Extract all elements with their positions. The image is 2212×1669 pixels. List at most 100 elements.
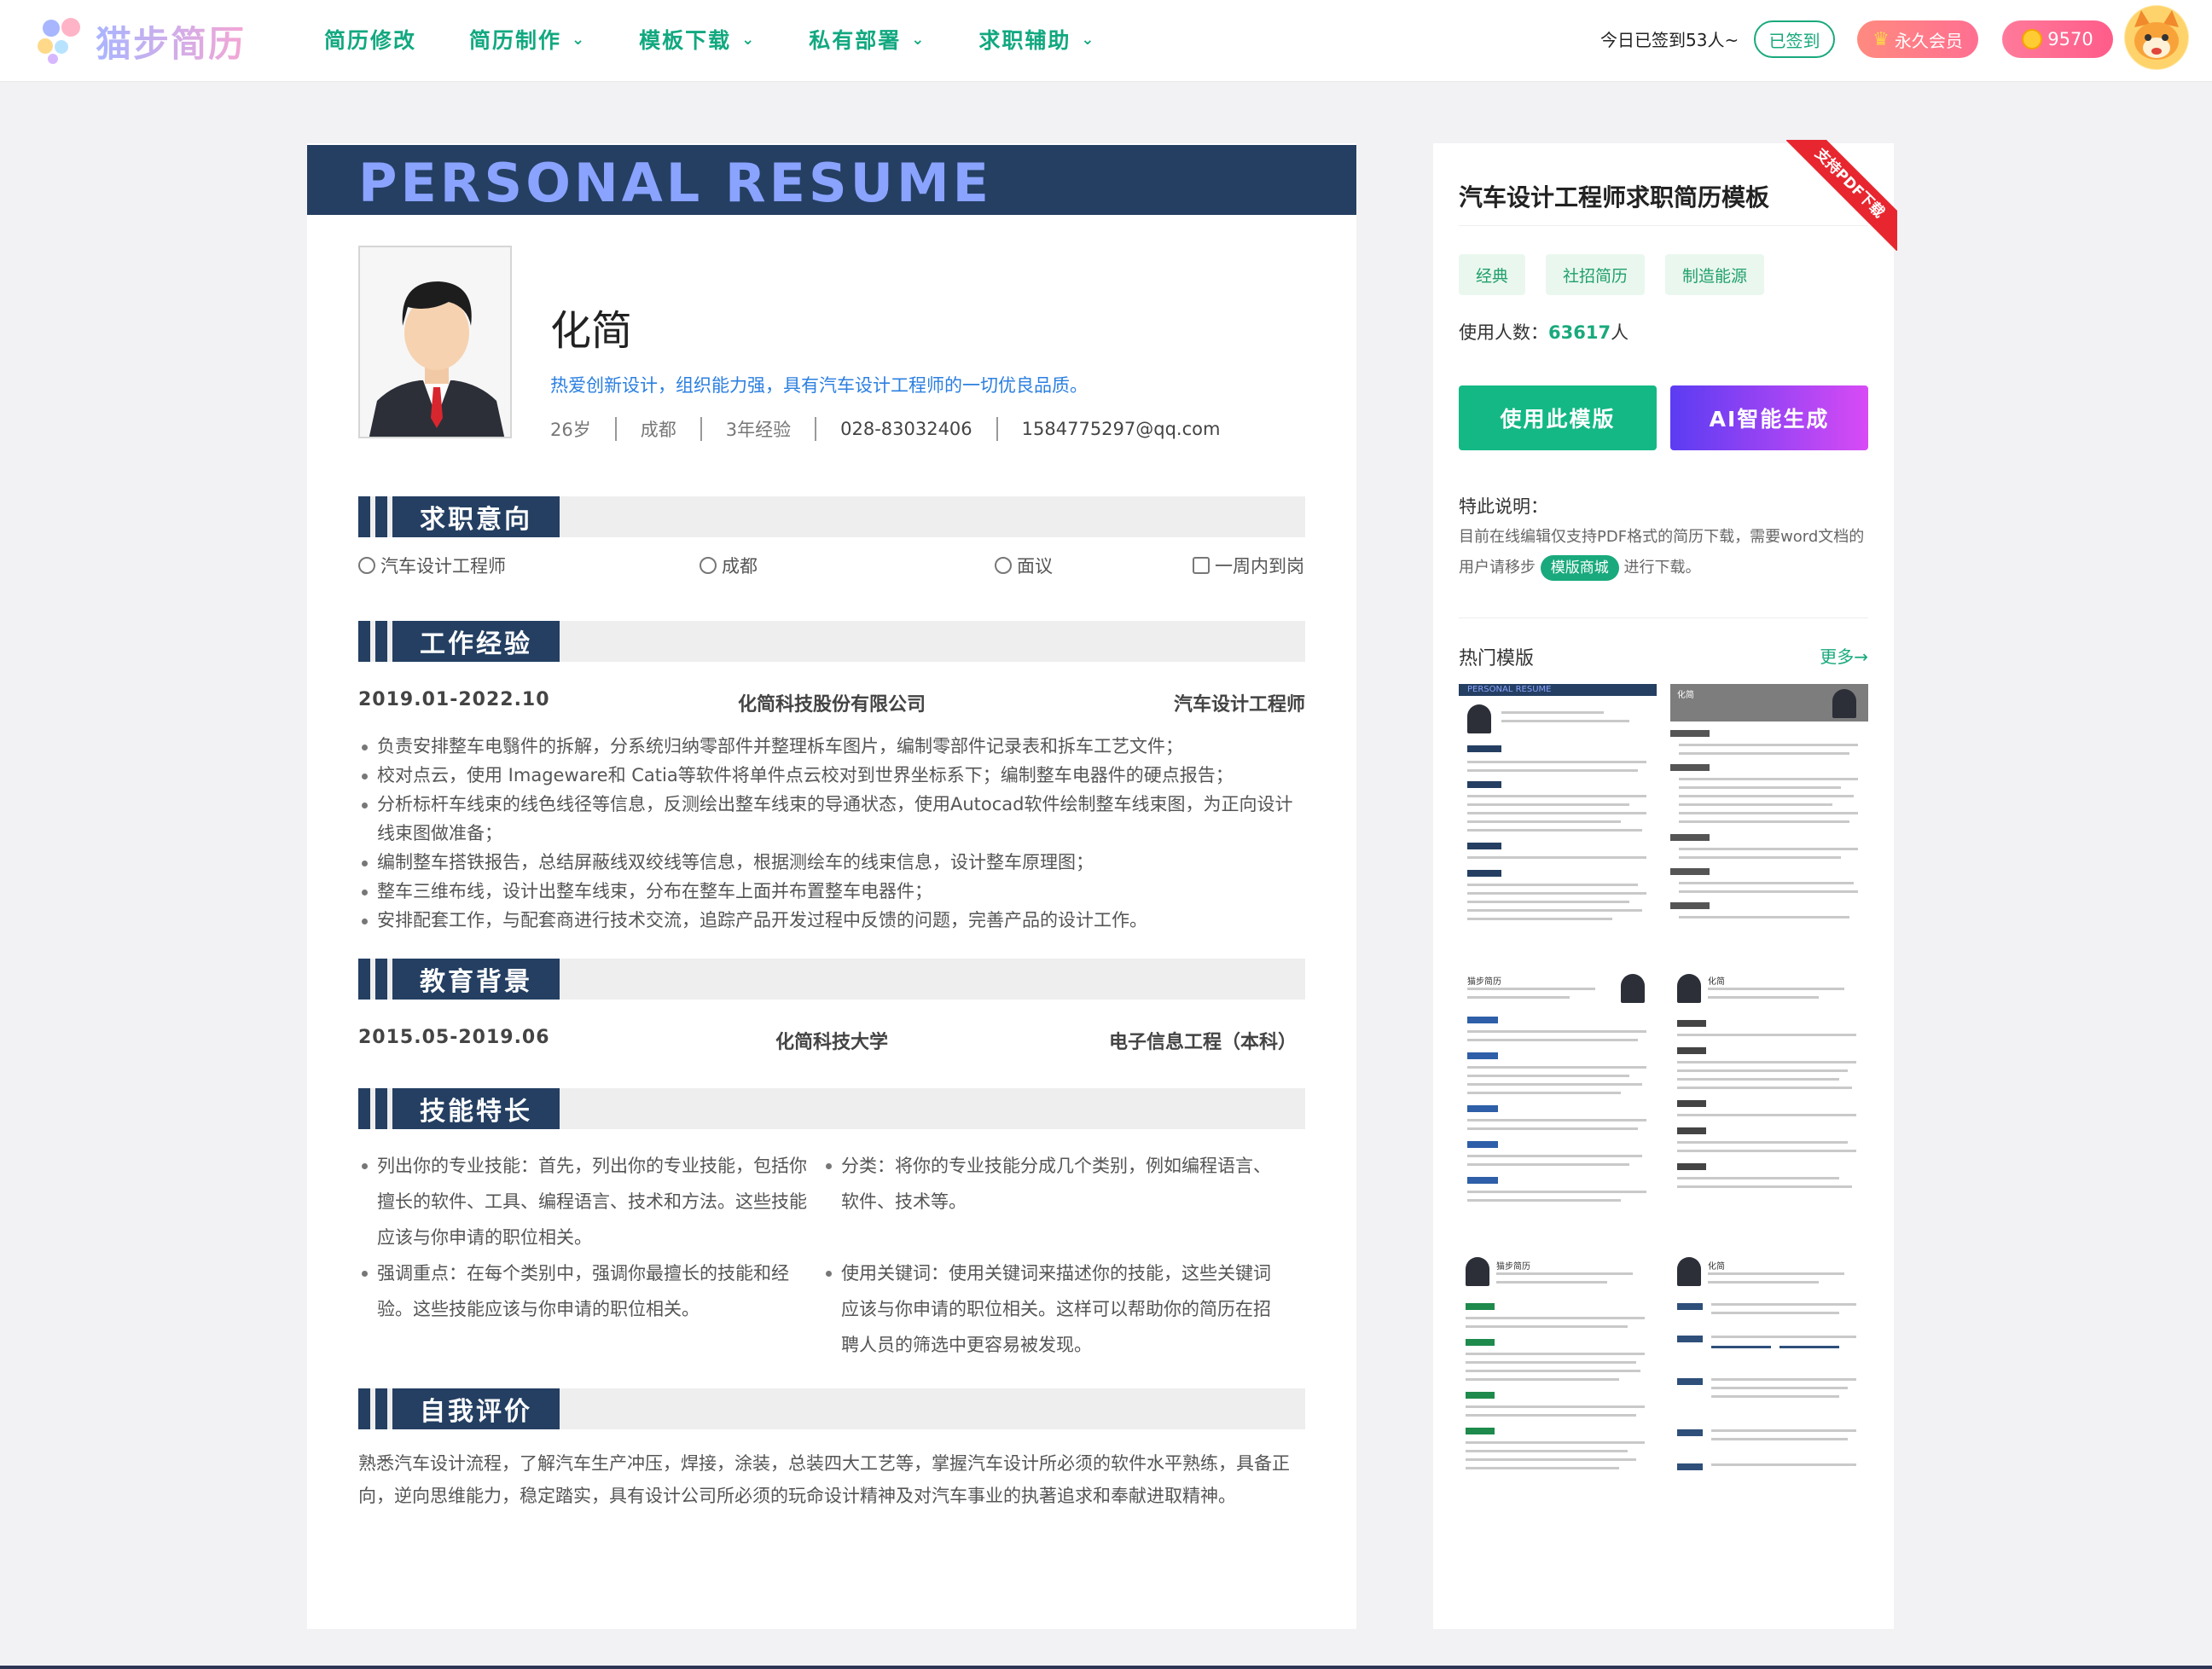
- candidate-name: 化简: [550, 307, 633, 355]
- chevron-down-icon: ⌄: [911, 30, 926, 49]
- thumb-label: 化简: [1677, 691, 1694, 700]
- logo-dots-icon: [38, 16, 87, 66]
- chevron-down-icon: ⌄: [741, 30, 757, 49]
- skill-item: 使用关键词：使用关键词来描述你的技能，这些关键词应该与你申请的职位相关。这样可以…: [822, 1255, 1274, 1363]
- main-nav: 简历修改 简历制作 ⌄ 模板下载 ⌄ 私有部署 ⌄ 求职辅助 ⌄: [324, 0, 1148, 78]
- section-header-skills: 技能特长: [358, 1088, 1305, 1129]
- template-mall-link[interactable]: 模版商城: [1540, 555, 1619, 581]
- usage-unit: 人: [1611, 322, 1629, 343]
- list-item: 整车三维布线，设计出整车线束，分布在整车上面并布置整车电器件；: [358, 877, 1305, 906]
- section-header-self: 自我评价: [358, 1388, 1305, 1429]
- resume-banner: PERSONAL RESUME: [307, 145, 1356, 215]
- coin-balance-button[interactable]: 9570: [2002, 20, 2113, 58]
- ribbon-text: 支持PDF下载: [1786, 140, 1897, 251]
- hot-templates-title: 热门模版: [1459, 648, 1535, 669]
- info-email: 1584775297@qq.com: [1021, 419, 1221, 439]
- tag-manufacturing[interactable]: 制造能源: [1665, 254, 1765, 295]
- intent-salary-text: 面议: [1017, 556, 1053, 577]
- list-item: 编制整车搭铁报告，总结屏蔽线双绞线等信息，根据测绘车的线束信息，设计整车原理图；: [358, 848, 1305, 877]
- pdf-ribbon: 支持PDF下载: [1786, 140, 1897, 251]
- section-header-intent: 求职意向: [358, 496, 1305, 537]
- template-title: 汽车设计工程师求职简历模板: [1459, 183, 1770, 212]
- intent-availability: 一周内到岗: [1193, 553, 1304, 578]
- thumb-label: PERSONAL RESUME: [1467, 685, 1552, 694]
- list-item: 负责安排整车电翳件的拆解，分系统归纳零部件并整理柝车图片，编制零部件记录表和拆车…: [358, 732, 1305, 761]
- tag-classic[interactable]: 经典: [1459, 254, 1526, 295]
- thumb-label: 猫步简历: [1496, 1262, 1530, 1272]
- list-item: 分析标杆车线束的线色线径等信息，反测绘出整车线束的导通状态，使用Autocad软…: [358, 790, 1305, 848]
- nav-item-resume-make[interactable]: 简历制作 ⌄: [469, 24, 586, 55]
- intent-availability-text: 一周内到岗: [1215, 556, 1304, 577]
- checkin-count-text: 今日已签到53人~: [1600, 30, 1739, 50]
- skill-item: 列出你的专业技能：首先，列出你的专业技能，包括你擅长的软件、工具、编程语言、技术…: [358, 1148, 810, 1255]
- job-intent-row: 汽车设计工程师 成都 面议 一周内到岗: [358, 553, 1305, 583]
- info-age: 26岁: [550, 420, 591, 440]
- coin-count: 9570: [2047, 29, 2093, 49]
- nav-item-resume-edit[interactable]: 简历修改: [324, 24, 416, 55]
- crown-icon: ♛: [1872, 28, 1890, 50]
- intent-salary: 面议: [995, 553, 1053, 578]
- divider: [996, 417, 998, 441]
- note-text: 目前在线编辑仅支持PDF格式的简历下载，需要word文档的用户请移步 模版商城 …: [1459, 522, 1868, 583]
- template-thumbnail[interactable]: 化简: [1670, 967, 1868, 1228]
- template-thumbnail[interactable]: 化简: [1670, 684, 1868, 945]
- intent-position: 汽车设计工程师: [358, 553, 506, 578]
- info-phone: 028-83032406: [840, 419, 972, 439]
- brand-name: 猫步简历: [96, 15, 246, 67]
- work-company: 化简科技股份有限公司: [737, 694, 926, 716]
- tag-social-recruit[interactable]: 社招简历: [1546, 254, 1646, 295]
- vip-membership-button[interactable]: ♛ 永久会员: [1857, 20, 1978, 58]
- divider: [614, 417, 617, 441]
- info-experience: 3年经验: [725, 420, 792, 440]
- nav-item-private-deploy[interactable]: 私有部署 ⌄: [809, 24, 926, 55]
- calendar-icon: [1193, 557, 1210, 574]
- intent-position-text: 汽车设计工程师: [380, 556, 506, 577]
- nav-item-template-download[interactable]: 模板下载 ⌄: [639, 24, 756, 55]
- banner-title: PERSONAL RESUME: [358, 152, 992, 214]
- tag-list: 经典 社招简历 制造能源: [1459, 254, 1765, 295]
- ai-generate-button[interactable]: AI智能生成: [1670, 385, 1868, 450]
- note-title: 特此说明：: [1459, 496, 1548, 517]
- template-thumbnail[interactable]: 猫步简历: [1459, 967, 1657, 1228]
- basic-info-row: 26岁 成都 3年经验 028-83032406 1584775297@qq.c…: [550, 416, 1220, 442]
- top-navbar: 猫步简历 简历修改 简历制作 ⌄ 模板下载 ⌄ 私有部署 ⌄ 求职辅助 ⌄ 今日…: [0, 0, 2212, 82]
- template-thumbnail[interactable]: 猫步简历: [1459, 1250, 1657, 1511]
- work-entry-header: 2019.01-2022.10 化简科技股份有限公司 汽车设计工程师: [358, 689, 1305, 720]
- cat-avatar-icon: [2125, 6, 2188, 69]
- section-title: 工作经验: [392, 621, 560, 662]
- more-templates-link[interactable]: 更多→: [1820, 643, 1868, 668]
- template-thumbnail[interactable]: 化简: [1670, 1250, 1868, 1511]
- nav-label: 模板下载: [639, 28, 732, 53]
- divider: [1459, 617, 1868, 618]
- list-item: 安排配套工作，与配套商进行技术交流，追踪产品开发过程中反馈的问题，完善产品的设计…: [358, 906, 1305, 935]
- section-title: 求职意向: [392, 496, 560, 537]
- nav-label: 求职辅助: [978, 28, 1071, 53]
- intent-city: 成都: [700, 553, 758, 578]
- nav-label: 简历制作: [469, 28, 562, 53]
- divider: [700, 417, 702, 441]
- resume-preview: PERSONAL RESUME 化简 热爱创新设计，组织能力强，具有汽车设计工程…: [307, 143, 1356, 1629]
- candidate-motto: 热爱创新设计，组织能力强，具有汽车设计工程师的一切优良品质。: [550, 375, 1088, 396]
- user-avatar[interactable]: [2124, 5, 2189, 70]
- chevron-down-icon: ⌄: [572, 30, 587, 49]
- work-bullet-list: 负责安排整车电翳件的拆解，分系统归纳零部件并整理柝车图片，编制零部件记录表和拆车…: [358, 732, 1305, 935]
- section-header-education: 教育背景: [358, 959, 1305, 1000]
- work-title: 汽车设计工程师: [1173, 694, 1305, 716]
- education-entry: 2015.05-2019.06 化简科技大学 电子信息工程（本科）: [358, 1027, 1305, 1058]
- coin-icon: [2022, 29, 2043, 49]
- divider: [815, 417, 817, 441]
- thumb-label: 化简: [1708, 1262, 1725, 1272]
- intent-city-text: 成都: [722, 556, 758, 577]
- section-title: 教育背景: [392, 959, 560, 1000]
- section-title: 自我评价: [392, 1388, 560, 1429]
- nav-item-job-assist[interactable]: 求职辅助 ⌄: [978, 24, 1095, 55]
- template-thumbnail[interactable]: PERSONAL RESUME: [1459, 684, 1657, 945]
- footer-edge: [0, 1666, 2212, 1669]
- brand-logo[interactable]: 猫步简历: [38, 14, 246, 68]
- signed-in-button[interactable]: 已签到: [1754, 20, 1835, 58]
- profile-photo: [358, 246, 512, 438]
- note-text-part: 进行下载。: [1623, 559, 1701, 577]
- vip-label: 永久会员: [1894, 30, 1963, 51]
- use-template-button[interactable]: 使用此模版: [1459, 385, 1657, 450]
- usage-number: 63617: [1548, 322, 1611, 343]
